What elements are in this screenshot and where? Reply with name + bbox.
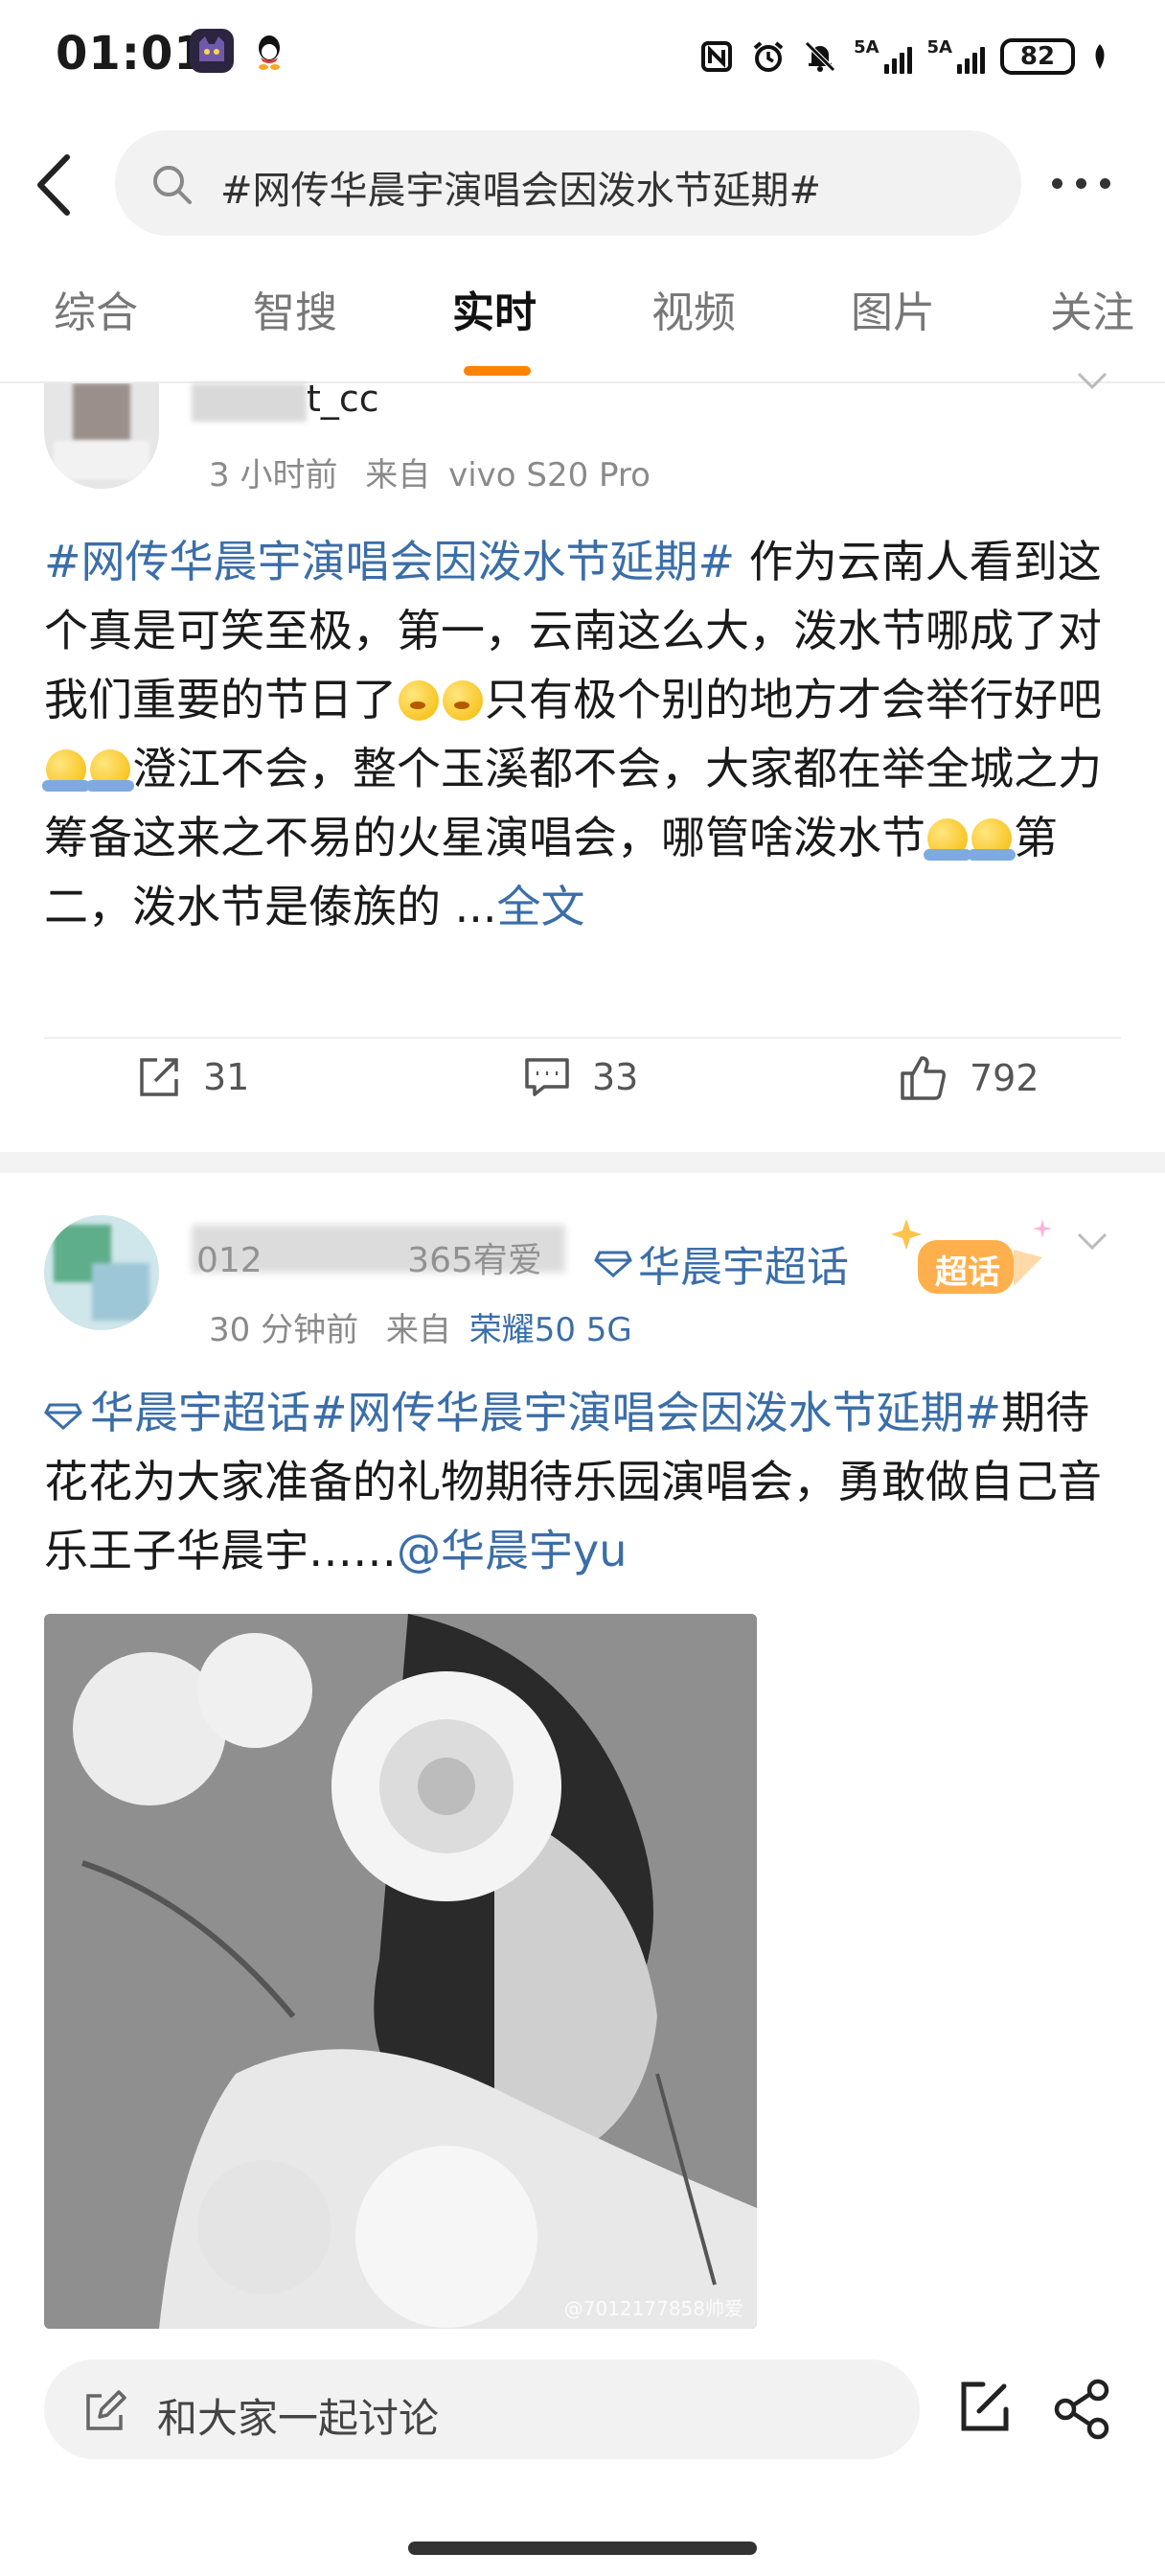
bottom-bar: 和大家一起讨论 [0, 2334, 1165, 2576]
post-image[interactable]: @7012177858帅爱 [44, 1614, 757, 2329]
comment-button[interactable]: 33 [523, 1054, 638, 1100]
post-dropdown-button[interactable] [1075, 1230, 1109, 1257]
home-indicator[interactable] [408, 2542, 757, 2555]
photo-illustration [44, 1614, 757, 2329]
post-source: vivo S20 Pro [448, 456, 651, 494]
like-count: 792 [970, 1057, 1039, 1099]
confused-emoji-icon [443, 680, 483, 721]
tab-following[interactable]: 关注 [1050, 278, 1134, 339]
search-icon [149, 162, 195, 212]
username[interactable]: t_cc [307, 378, 379, 420]
nfc-icon [698, 38, 735, 75]
post-dropdown-button[interactable] [1075, 370, 1109, 397]
search-query[interactable]: #网传华晨宇演唱会因泼水节延期# [220, 159, 821, 215]
share-button[interactable] [1052, 2379, 1113, 2444]
signal-strength-1: 5A [854, 39, 912, 74]
dot-icon [1100, 177, 1110, 189]
tab-comprehensive[interactable]: 综合 [54, 278, 138, 339]
read-more-link[interactable]: 全文 [497, 881, 585, 932]
shrug-emoji-icon [968, 818, 1016, 861]
comment-count: 33 [592, 1056, 639, 1098]
leaf-icon [1090, 38, 1109, 75]
post-actions: 31 33 792 [0, 1054, 1165, 1140]
section-separator [0, 1152, 1165, 1173]
thumbs-up-icon [901, 1056, 946, 1100]
repost-icon [140, 1058, 178, 1096]
post-meta: 30 分钟前 来自 荣耀50 5G [209, 1311, 632, 1349]
hashtag-link[interactable]: #网传华晨宇演唱会因泼水节延期# [44, 536, 735, 587]
back-arrow-icon [37, 154, 70, 216]
shrug-emoji-icon [86, 749, 134, 792]
status-icons: 5A 5A 82 [698, 33, 1109, 80]
hashtag-link[interactable]: #网传华晨宇演唱会因泼水节延期# [310, 1387, 1001, 1438]
diamond-icon [594, 1251, 632, 1277]
chevron-down-icon [1077, 372, 1108, 390]
signal-strength-2: 5A [927, 39, 985, 74]
status-time: 01:01 [56, 27, 207, 80]
post-time: 3 小时前 [209, 456, 338, 494]
post-card-1[interactable]: t_cc 3 小时前 来自 vivo S20 Pro #网传华晨宇演唱会因泼水节… [0, 372, 1165, 1150]
active-tab-indicator [464, 366, 531, 376]
post-source: 荣耀50 5G [468, 1311, 632, 1349]
like-button[interactable]: 792 [899, 1054, 1039, 1102]
post-time: 30 分钟前 [209, 1311, 359, 1349]
shrug-emoji-icon [924, 818, 971, 861]
search-bar[interactable]: #网传华晨宇演唱会因泼水节延期# [115, 130, 1021, 236]
edit-icon [86, 2390, 126, 2430]
dot-icon [1076, 177, 1086, 189]
comment-placeholder: 和大家一起讨论 [157, 2395, 440, 2442]
post-body[interactable]: 华晨宇超话#网传华晨宇演唱会因泼水节延期#期待花花为大家准备的礼物期待乐园演唱会… [44, 1378, 1127, 1585]
image-watermark: @7012177858帅爱 [563, 2297, 743, 2320]
supertopic-link[interactable]: 华晨宇超话 [44, 1387, 310, 1438]
divider [44, 1037, 1121, 1039]
comment-input[interactable]: 和大家一起讨论 [44, 2359, 920, 2459]
repost-button[interactable]: 31 [136, 1054, 249, 1100]
mute-bell-icon [802, 38, 838, 75]
post-body[interactable]: #网传华晨宇演唱会因泼水节延期# 作为云南人看到这个真是可笑至极，第一，云南这么… [42, 527, 1121, 941]
username-blurred[interactable] [192, 383, 307, 422]
avatar[interactable] [44, 1215, 159, 1330]
battery-indicator: 82 [1000, 38, 1075, 75]
tab-images[interactable]: 图片 [851, 278, 935, 339]
qq-app-icon [247, 29, 291, 73]
supertopic-badge: 超话 [889, 1211, 1062, 1307]
mention-link[interactable]: @华晨宇yu [397, 1525, 627, 1576]
supertopic-tag[interactable]: 华晨宇超话 [594, 1232, 849, 1294]
tab-video[interactable]: 视频 [651, 278, 736, 339]
comment-icon [525, 1058, 569, 1096]
repost-count: 31 [203, 1056, 250, 1098]
tab-bar: 综合 智搜 实时 视频 图片 关注 [0, 278, 1165, 383]
alarm-icon [750, 38, 787, 75]
tab-smart-search[interactable]: 智搜 [253, 278, 337, 339]
shrug-emoji-icon [42, 749, 90, 792]
diamond-icon [44, 1403, 82, 1431]
cat-app-icon [190, 29, 234, 73]
status-bar: 01:01 5A 5A 82 [0, 0, 1165, 113]
compose-button[interactable] [956, 2379, 1014, 2440]
chevron-down-icon [1077, 1232, 1108, 1251]
dot-icon [1052, 177, 1062, 189]
avatar[interactable] [44, 383, 159, 489]
more-options-button[interactable] [1052, 169, 1138, 197]
post-meta: 3 小时前 来自 vivo S20 Pro [209, 456, 651, 494]
compose-icon [961, 2381, 1009, 2431]
share-icon [1054, 2379, 1109, 2440]
post-card-2[interactable]: 012 365宥爱 华晨宇超话 超话 30 分钟前 来自 荣耀50 5G 华晨宇… [0, 1173, 1165, 2334]
back-button[interactable] [29, 151, 86, 218]
tab-realtime[interactable]: 实时 [452, 278, 537, 339]
username[interactable]: 012 365宥爱 [196, 1232, 542, 1282]
confused-emoji-icon [399, 680, 439, 721]
